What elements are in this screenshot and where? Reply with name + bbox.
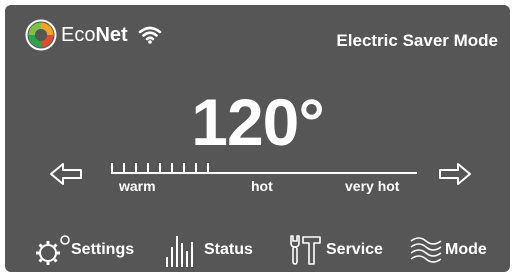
scale-label-hot: hot [251, 178, 273, 194]
scale-tick [171, 163, 173, 174]
scale-tick [147, 163, 149, 174]
arrow-right-icon[interactable] [438, 162, 472, 186]
tools-icon [290, 235, 321, 265]
brand-name-net: Net [95, 24, 128, 46]
status-label: Status [204, 241, 253, 258]
scale-tick [123, 163, 125, 174]
brand-name-eco: Eco [61, 24, 96, 46]
econet-logo: EcoNet [25, 19, 162, 51]
scale-tick [135, 163, 137, 174]
settings-label: Settings [71, 241, 135, 258]
scale-label-very-hot: very hot [345, 178, 400, 194]
settings-button[interactable]: Settings [31, 233, 134, 267]
gear-icon [36, 235, 70, 265]
bars-icon [166, 236, 193, 267]
scale-label-warm: warm [119, 178, 156, 194]
arrow-left-icon[interactable] [49, 162, 83, 186]
scale-tick [195, 163, 197, 174]
temperature-scale[interactable] [111, 160, 417, 174]
mode-button[interactable]: Mode [409, 233, 487, 267]
scale-tick [207, 163, 209, 174]
status-button[interactable]: Status [160, 233, 253, 267]
display-screen: EcoNet Electric Saver Mode 120° warm hot… [5, 5, 510, 272]
waves-icon [410, 237, 442, 263]
service-button[interactable]: Service [286, 233, 383, 267]
econet-logo-icon [25, 19, 57, 51]
wifi-icon[interactable] [138, 25, 162, 45]
service-label: Service [326, 241, 383, 258]
mode-label: Mode [445, 241, 487, 258]
temperature-setpoint: 120° [191, 85, 325, 159]
current-mode-title: Electric Saver Mode [336, 31, 498, 50]
scale-line [111, 172, 417, 174]
scale-tick [159, 163, 161, 174]
brand-name: EcoNet [61, 23, 128, 47]
scale-tick [183, 163, 185, 174]
scale-tick [111, 163, 113, 174]
